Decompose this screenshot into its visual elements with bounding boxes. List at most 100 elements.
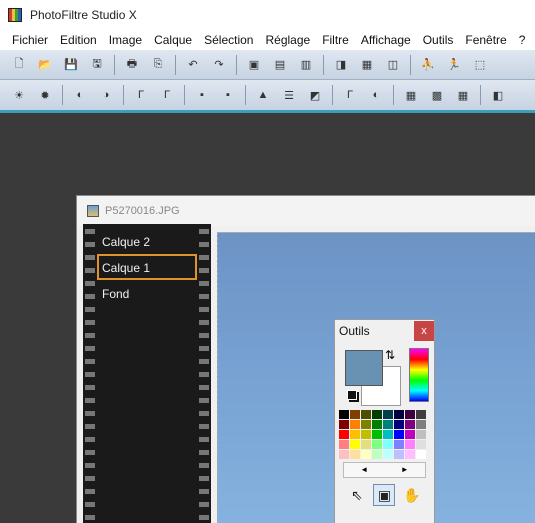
- palette-swatch[interactable]: [350, 440, 360, 449]
- palette-swatch[interactable]: [405, 450, 415, 459]
- invert-icon[interactable]: ◩: [304, 84, 326, 106]
- menu-item[interactable]: Image: [103, 33, 148, 47]
- palette-swatch[interactable]: [394, 440, 404, 449]
- palette-swatch[interactable]: [361, 430, 371, 439]
- contrast-minus-icon[interactable]: ◐: [69, 84, 91, 106]
- palette-swatch[interactable]: [372, 440, 382, 449]
- auto-gamma-icon[interactable]: Γ: [339, 84, 361, 106]
- palette-swatch[interactable]: [416, 420, 426, 429]
- foreground-color-swatch[interactable]: [345, 350, 383, 386]
- panel-toggle-icon[interactable]: ◧: [487, 84, 509, 106]
- palette-swatch[interactable]: [416, 450, 426, 459]
- pointer-tool-icon[interactable]: ⇖: [346, 484, 368, 506]
- histogram-icon[interactable]: ▲: [252, 84, 274, 106]
- run-batch-icon[interactable]: 🏃: [443, 54, 465, 76]
- layer-item[interactable]: Calque 2: [97, 228, 197, 254]
- filter-grid-3-icon[interactable]: ▦: [452, 84, 474, 106]
- new-file-icon[interactable]: 🗋: [8, 54, 30, 76]
- transparency-icon[interactable]: ◫: [382, 54, 404, 76]
- palette-swatch[interactable]: [405, 420, 415, 429]
- reset-colors-icon[interactable]: [347, 390, 357, 400]
- palette-next-button[interactable]: ►: [385, 463, 426, 477]
- menu-item[interactable]: Sélection: [198, 33, 259, 47]
- scan-icon[interactable]: ⎘: [147, 54, 169, 76]
- save-as-icon[interactable]: 🖫: [86, 54, 108, 76]
- saturation-minus-icon[interactable]: ▪: [191, 84, 213, 106]
- palette-swatch[interactable]: [383, 410, 393, 419]
- palette-swatch[interactable]: [361, 450, 371, 459]
- palette-swatch[interactable]: [339, 410, 349, 419]
- print-icon[interactable]: 🖶: [121, 54, 143, 76]
- palette-swatch[interactable]: [372, 420, 382, 429]
- gradient-icon[interactable]: ◨: [330, 54, 352, 76]
- palette-swatch[interactable]: [394, 410, 404, 419]
- levels-icon[interactable]: ☰: [278, 84, 300, 106]
- undo-icon[interactable]: ↶: [182, 54, 204, 76]
- palette-swatch[interactable]: [339, 450, 349, 459]
- palette-swatch[interactable]: [405, 440, 415, 449]
- contrast-plus-icon[interactable]: ◑: [95, 84, 117, 106]
- saturation-plus-icon[interactable]: ▪: [217, 84, 239, 106]
- hand-tool-icon[interactable]: ✋: [401, 484, 423, 506]
- crop-icon[interactable]: ▥: [295, 54, 317, 76]
- palette-swatch[interactable]: [350, 410, 360, 419]
- layer-item[interactable]: Fond: [97, 280, 197, 306]
- palette-swatch[interactable]: [372, 410, 382, 419]
- palette-swatch[interactable]: [405, 410, 415, 419]
- redo-icon[interactable]: ↷: [208, 54, 230, 76]
- palette-swatch[interactable]: [394, 450, 404, 459]
- palette-swatch[interactable]: [383, 420, 393, 429]
- color-spectrum[interactable]: [409, 348, 429, 402]
- palette-swatch[interactable]: [361, 440, 371, 449]
- document-titlebar[interactable]: P5270016.JPG: [77, 196, 535, 226]
- auto-contrast-icon[interactable]: ◐: [365, 84, 387, 106]
- filter-grid-1-icon[interactable]: ▦: [400, 84, 422, 106]
- palette-swatch[interactable]: [350, 450, 360, 459]
- palette-swatch[interactable]: [339, 420, 349, 429]
- brightness-minus-icon[interactable]: ☀: [8, 84, 30, 106]
- layer-item[interactable]: Calque 1: [97, 254, 197, 280]
- palette-swatch[interactable]: [372, 450, 382, 459]
- open-folder-icon[interactable]: 📂: [34, 54, 56, 76]
- menu-item[interactable]: ?: [513, 33, 532, 47]
- menu-item[interactable]: Filtre: [316, 33, 355, 47]
- palette-swatch[interactable]: [339, 440, 349, 449]
- menu-item[interactable]: Calque: [148, 33, 198, 47]
- image-size-icon[interactable]: ▣: [243, 54, 265, 76]
- color-grid-icon[interactable]: ▦: [356, 54, 378, 76]
- palette-swatch[interactable]: [383, 450, 393, 459]
- menu-item[interactable]: Réglage: [259, 33, 316, 47]
- move-layer-tool-icon[interactable]: ▣: [373, 484, 396, 506]
- menu-item[interactable]: Fenêtre: [459, 33, 512, 47]
- menu-item[interactable]: Outils: [417, 33, 460, 47]
- close-icon[interactable]: x: [414, 321, 434, 341]
- select-icon[interactable]: ⬚: [469, 54, 491, 76]
- menu-item[interactable]: Fichier: [6, 33, 54, 47]
- palette-swatch[interactable]: [394, 420, 404, 429]
- palette-swatch[interactable]: [350, 430, 360, 439]
- gamma-plus-icon[interactable]: Γ: [156, 84, 178, 106]
- palette-swatch[interactable]: [339, 430, 349, 439]
- brightness-plus-icon[interactable]: ✹: [34, 84, 56, 106]
- tools-panel-header[interactable]: Outils x: [335, 320, 434, 342]
- menu-item[interactable]: Affichage: [355, 33, 417, 47]
- palette-swatch[interactable]: [350, 420, 360, 429]
- palette-swatch[interactable]: [405, 430, 415, 439]
- run-macro-icon[interactable]: ⛹: [417, 54, 439, 76]
- palette-swatch[interactable]: [394, 430, 404, 439]
- palette-prev-button[interactable]: ◄: [344, 463, 385, 477]
- palette-swatch[interactable]: [361, 420, 371, 429]
- palette-swatch[interactable]: [372, 430, 382, 439]
- menu-item[interactable]: Edition: [54, 33, 103, 47]
- canvas-size-icon[interactable]: ▤: [269, 54, 291, 76]
- palette-swatch[interactable]: [416, 410, 426, 419]
- save-icon[interactable]: 💾: [60, 54, 82, 76]
- palette-swatch[interactable]: [383, 440, 393, 449]
- filter-grid-2-icon[interactable]: ▩: [426, 84, 448, 106]
- gamma-minus-icon[interactable]: Γ: [130, 84, 152, 106]
- palette-swatch[interactable]: [383, 430, 393, 439]
- palette-swatch[interactable]: [416, 430, 426, 439]
- palette-swatch[interactable]: [361, 410, 371, 419]
- swap-colors-icon[interactable]: ⇅: [385, 348, 395, 362]
- palette-swatch[interactable]: [416, 440, 426, 449]
